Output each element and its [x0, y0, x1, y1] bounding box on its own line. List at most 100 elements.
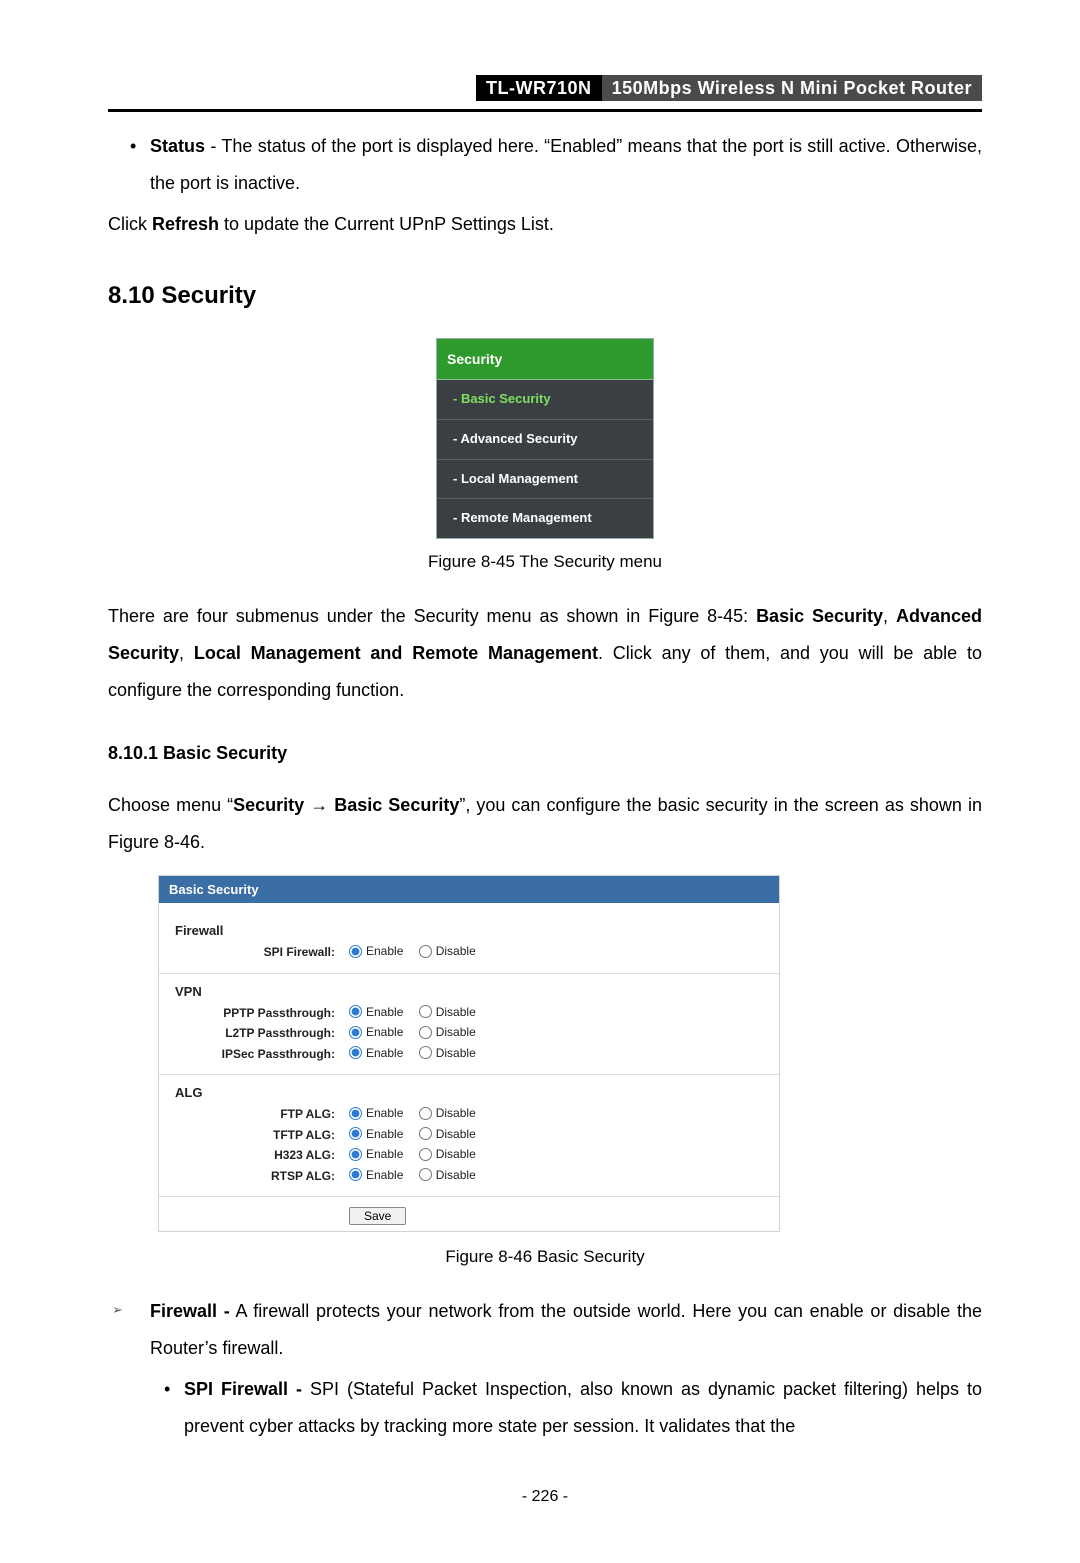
text: Basic Security — [756, 606, 883, 626]
row-l2tp: L2TP Passthrough: Enable Disable — [175, 1023, 763, 1044]
row-tftp-alg: TFTP ALG: Enable Disable — [175, 1125, 763, 1146]
save-button[interactable]: Save — [349, 1207, 406, 1225]
radio-input[interactable] — [349, 1046, 362, 1059]
page-number: - 226 - — [108, 1481, 982, 1514]
radio-label: Enable — [366, 1046, 403, 1060]
radio-label: Enable — [366, 944, 403, 958]
radio-input[interactable] — [419, 1026, 432, 1039]
menu-item-basic-security[interactable]: - Basic Security — [437, 380, 653, 420]
radio-input[interactable] — [349, 1026, 362, 1039]
separator — [159, 1196, 779, 1197]
radio-label: Enable — [366, 1025, 403, 1039]
radio-label: Enable — [366, 1106, 403, 1120]
label: RTSP ALG: — [175, 1169, 349, 1183]
text: Choose menu “ — [108, 795, 233, 815]
radio-input[interactable] — [349, 1005, 362, 1018]
radio-input[interactable] — [349, 1127, 362, 1140]
radio-label: Disable — [436, 1147, 476, 1161]
refresh-line: Click Refresh to update the Current UPnP… — [108, 206, 982, 243]
refresh-pre: Click — [108, 214, 152, 234]
label: TFTP ALG: — [175, 1128, 349, 1142]
separator — [159, 973, 779, 974]
radio-enable[interactable]: Enable — [349, 1106, 403, 1120]
basic-security-panel: Basic Security Firewall SPI Firewall: En… — [158, 875, 780, 1232]
radio-input[interactable] — [419, 945, 432, 958]
text: Basic Security — [334, 795, 459, 815]
radio-disable[interactable]: Disable — [419, 1127, 476, 1141]
radio-enable[interactable]: Enable — [349, 1005, 403, 1019]
group-vpn: VPN — [175, 984, 763, 999]
radio-label: Disable — [436, 944, 476, 958]
radio-enable[interactable]: Enable — [349, 1046, 403, 1060]
radio-enable[interactable]: Enable — [349, 1147, 403, 1161]
radio-input[interactable] — [419, 1046, 432, 1059]
radio-input[interactable] — [349, 1168, 362, 1181]
radio-input[interactable] — [349, 1148, 362, 1161]
spi-text: SPI (Stateful Packet Inspection, also kn… — [184, 1379, 982, 1436]
row-rtsp-alg: RTSP ALG: Enable Disable — [175, 1166, 763, 1187]
radio-disable[interactable]: Disable — [419, 1147, 476, 1161]
status-text: - The status of the port is displayed he… — [150, 136, 982, 193]
radio-label: Disable — [436, 1106, 476, 1120]
label: L2TP Passthrough: — [175, 1026, 349, 1040]
menu-item-local-management[interactable]: - Local Management — [437, 460, 653, 500]
menu-paragraph: There are four submenus under the Securi… — [108, 598, 982, 709]
row-pptp: PPTP Passthrough: Enable Disable — [175, 1003, 763, 1024]
menu-item-advanced-security[interactable]: - Advanced Security — [437, 420, 653, 460]
radio-label: Enable — [366, 1127, 403, 1141]
radio-input[interactable] — [419, 1148, 432, 1161]
choose-line: Choose menu “Security → Basic Security”,… — [108, 787, 982, 861]
product-name: 150Mbps Wireless N Mini Pocket Router — [602, 75, 982, 101]
group-alg: ALG — [175, 1085, 763, 1100]
spi-label: SPI Firewall - — [184, 1379, 302, 1399]
firewall-label: Firewall - — [150, 1301, 230, 1321]
separator — [159, 1074, 779, 1075]
panel-title: Basic Security — [159, 876, 779, 903]
menu-item-remote-management[interactable]: - Remote Management — [437, 499, 653, 538]
subsection-heading: 8.10.1 Basic Security — [108, 735, 982, 772]
spi-bullet: SPI Firewall - SPI (Stateful Packet Insp… — [150, 1371, 982, 1445]
radio-label: Disable — [436, 1168, 476, 1182]
radio-disable[interactable]: Disable — [419, 944, 476, 958]
menu-header: Security — [437, 339, 653, 381]
radio-disable[interactable]: Disable — [419, 1106, 476, 1120]
radio-input[interactable] — [419, 1168, 432, 1181]
figure-caption-menu: Figure 8-45 The Security menu — [108, 545, 982, 580]
radio-disable[interactable]: Disable — [419, 1025, 476, 1039]
radio-disable[interactable]: Disable — [419, 1005, 476, 1019]
label: IPSec Passthrough: — [175, 1047, 349, 1061]
row-ftp-alg: FTP ALG: Enable Disable — [175, 1104, 763, 1125]
figure-caption-panel: Figure 8-46 Basic Security — [108, 1240, 982, 1275]
radio-disable[interactable]: Disable — [419, 1046, 476, 1060]
text: There are four submenus under the Securi… — [108, 606, 756, 626]
security-menu: Security - Basic Security - Advanced Sec… — [436, 338, 654, 539]
section-heading: 8.10 Security — [108, 271, 982, 320]
radio-input[interactable] — [349, 1107, 362, 1120]
status-bullet: Status - The status of the port is displ… — [108, 128, 982, 202]
firewall-bullet: Firewall - A firewall protects your netw… — [108, 1293, 982, 1445]
label: PPTP Passthrough: — [175, 1006, 349, 1020]
radio-label: Enable — [366, 1168, 403, 1182]
group-firewall: Firewall — [175, 923, 763, 938]
row-ipsec: IPSec Passthrough: Enable Disable — [175, 1044, 763, 1065]
radio-enable[interactable]: Enable — [349, 1168, 403, 1182]
radio-label: Disable — [436, 1025, 476, 1039]
radio-enable[interactable]: Enable — [349, 944, 403, 958]
radio-disable[interactable]: Disable — [419, 1168, 476, 1182]
radio-input[interactable] — [419, 1005, 432, 1018]
radio-input[interactable] — [419, 1127, 432, 1140]
model-badge: TL-WR710N — [476, 75, 602, 101]
label: SPI Firewall: — [175, 945, 349, 959]
radio-input[interactable] — [419, 1107, 432, 1120]
text: , — [179, 643, 194, 663]
radio-input[interactable] — [349, 945, 362, 958]
label: FTP ALG: — [175, 1107, 349, 1121]
row-h323-alg: H323 ALG: Enable Disable — [175, 1145, 763, 1166]
refresh-bold: Refresh — [152, 214, 219, 234]
text: Local Management and Remote Management — [194, 643, 598, 663]
radio-enable[interactable]: Enable — [349, 1025, 403, 1039]
row-spi-firewall: SPI Firewall: Enable Disable — [175, 942, 763, 963]
refresh-post: to update the Current UPnP Settings List… — [219, 214, 554, 234]
radio-label: Enable — [366, 1005, 403, 1019]
radio-enable[interactable]: Enable — [349, 1127, 403, 1141]
